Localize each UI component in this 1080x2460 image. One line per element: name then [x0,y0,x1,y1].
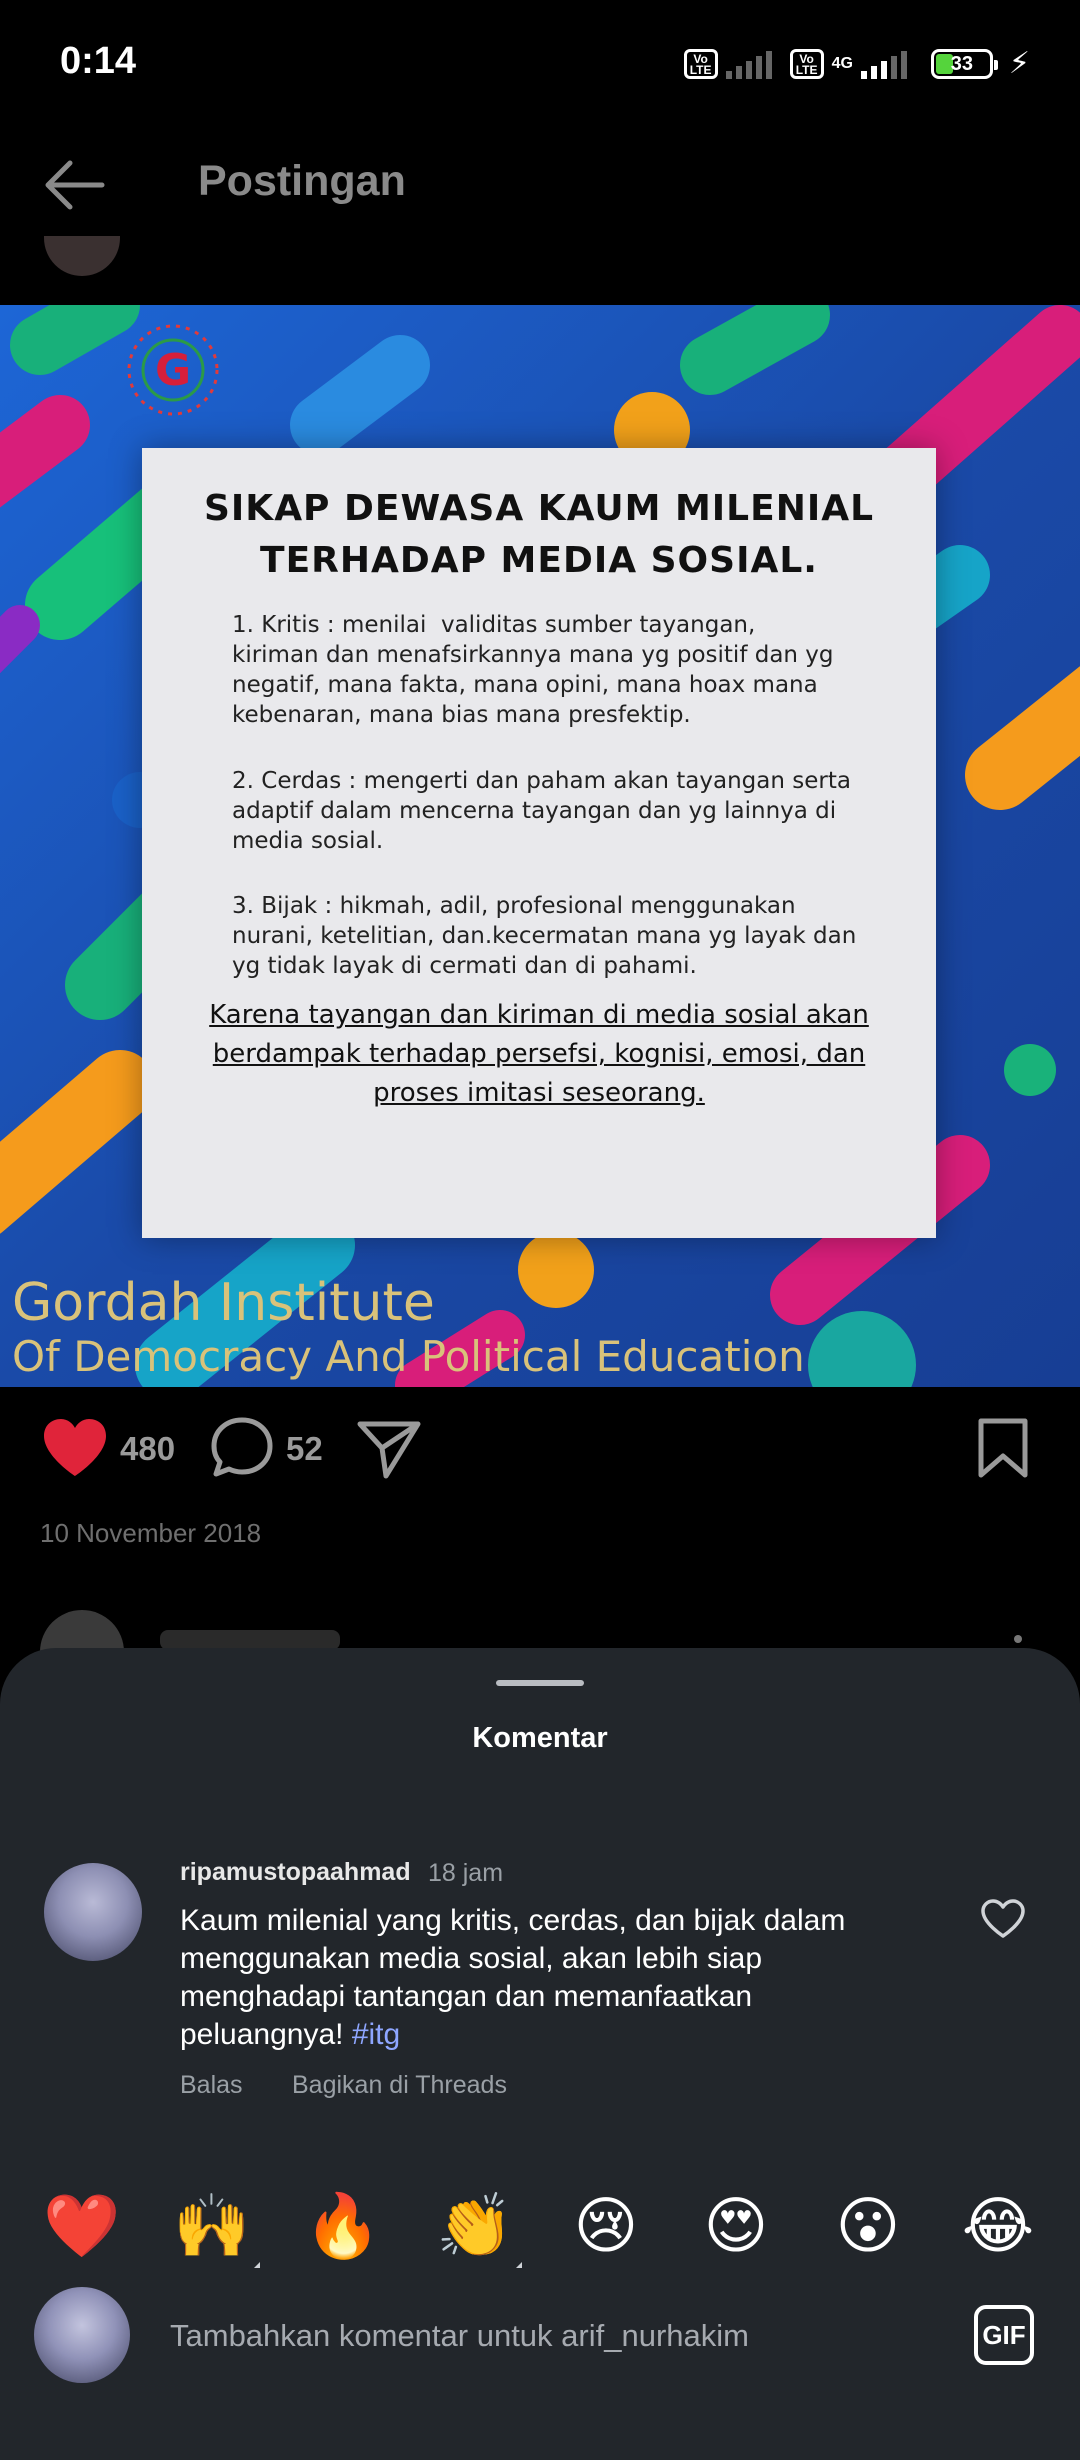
sheet-title: Komentar [472,1722,608,1754]
charging-icon: ⚡ [1008,47,1030,80]
card-title-line-1: SIKAP DEWASA KAUM MILENIAL [203,488,875,529]
emoji-heart[interactable]: ❤️ [42,2188,122,2264]
card-point-2: 2. Cerdas : mengerti dan paham akan taya… [232,768,851,854]
emoji-heart-eyes[interactable]: 😍 [696,2188,776,2264]
svg-text:G: G [155,345,191,396]
system-nav-bar [0,2418,1080,2460]
post-actions [0,1387,1080,1647]
share-threads-button[interactable]: Bagikan di Threads [292,2071,507,2100]
bookmark-icon[interactable] [976,1416,1030,1480]
arrow-left-icon [45,160,105,210]
commenter-username[interactable]: ripamustopaahmad [180,1858,411,1887]
comment-text: Kaum milenial yang kritis, cerdas, dan b… [180,1902,900,2054]
volte-icon-2: Vo LTE [789,48,824,79]
comment-icon[interactable] [208,1414,276,1482]
battery-level: 33 [950,52,974,75]
card-point-3: 3. Bijak : hikmah, adil, profesional men… [232,893,857,979]
comment-like-icon[interactable] [980,1898,1026,1940]
card-footer-text: Karena tayangan dan kiriman di media sos… [209,1000,869,1108]
signal-icon-2 [860,49,907,79]
network-type: 4G [831,54,853,72]
emoji-fire[interactable]: 🔥 [303,2188,383,2264]
like-count[interactable]: 480 [120,1430,175,1468]
commenter-avatar[interactable] [44,1863,142,1961]
like-heart-icon[interactable] [40,1416,110,1480]
card-title: SIKAP DEWASA KAUM MILENIAL TERHADAP MEDI… [142,483,936,587]
brand-tagline: Of Democracy And Political Education [12,1332,805,1381]
page-title: Postingan [198,157,406,205]
comment-timestamp: 18 jam [428,1859,504,1887]
comment-count[interactable]: 52 [286,1430,323,1468]
current-user-avatar [34,2287,130,2383]
post-text-card: SIKAP DEWASA KAUM MILENIAL TERHADAP MEDI… [142,448,936,1238]
status-bar: 0:14 Vo LTE Vo LTE 4G 33 ⚡ [0,0,1080,130]
emoji-clapping-hands[interactable]: 👏 [435,2188,515,2264]
brand-name: Gordah Institute [12,1273,435,1333]
card-title-line-2: TERHADAP MEDIA SOSIAL. [260,540,818,581]
comment-hashtag[interactable]: #itg [352,2018,400,2051]
reply-button[interactable]: Balas [180,2071,243,2100]
next-post-username [160,1630,340,1650]
post-date: 10 November 2018 [40,1518,262,1548]
status-time: 0:14 [60,40,137,82]
emoji-crying-face[interactable]: 😢 [566,2188,646,2264]
gif-button[interactable]: GIF [974,2305,1034,2365]
volte-icon: Vo LTE [683,48,718,79]
post-image[interactable]: G SIKAP DEWASA KAUM MILENIAL TERHADAP ME… [0,305,1080,1387]
share-send-icon[interactable] [356,1418,422,1480]
sheet-drag-handle[interactable] [496,1680,584,1686]
comment-input[interactable] [170,2314,810,2358]
status-icons: Vo LTE Vo LTE 4G 33 ⚡ [683,46,1030,81]
more-options-icon [1014,1635,1022,1643]
battery-icon: 33 [930,48,998,79]
institute-logo: G [127,324,219,416]
signal-icon [725,49,772,79]
emoji-raising-hands[interactable]: 🙌 [172,2188,252,2264]
emoji-tears-of-joy[interactable]: 😂 [958,2188,1038,2264]
back-button[interactable] [40,150,110,220]
card-point-1: 1. Kritis : menilai validitas sumber tay… [232,612,834,728]
app-bar [0,130,1080,305]
emoji-surprised-face[interactable]: 😮 [828,2188,908,2264]
comment-body: Kaum milenial yang kritis, cerdas, dan b… [180,1904,846,2051]
